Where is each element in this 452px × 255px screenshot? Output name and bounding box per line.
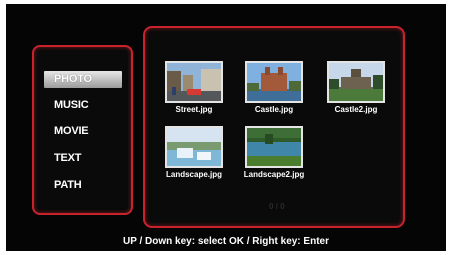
key-hint-bar: UP / Down key: select OK / Right key: En…: [123, 236, 329, 247]
page-indicator: 0 / 0: [269, 202, 285, 211]
menu-item-text[interactable]: TEXT: [44, 150, 122, 167]
menu-item-movie[interactable]: MOVIE: [44, 123, 122, 140]
file-item-castle2[interactable]: Castle2.jpg: [319, 61, 391, 121]
file-name-label: Castle2.jpg: [334, 105, 378, 114]
menu-item-path[interactable]: PATH: [44, 177, 122, 194]
media-player-screen: PHOTO MUSIC MOVIE TEXT PATH Street.jpg C…: [6, 4, 446, 251]
file-name-label: Landscape2.jpg: [243, 170, 305, 179]
file-item-landscape2[interactable]: Landscape2.jpg: [237, 126, 309, 186]
media-type-menu: PHOTO MUSIC MOVIE TEXT PATH: [32, 45, 133, 215]
castle-photo-thumbnail: [245, 61, 303, 103]
menu-item-photo[interactable]: PHOTO: [44, 71, 122, 88]
file-item-castle[interactable]: Castle.jpg: [237, 61, 309, 121]
landscape2-photo-thumbnail: [245, 126, 303, 168]
menu-item-music[interactable]: MUSIC: [44, 97, 122, 114]
file-name-label: Castle.jpg: [254, 105, 294, 114]
file-browser-panel: Street.jpg Castle.jpg Castle2.jpg Landsc…: [143, 26, 405, 228]
file-item-street[interactable]: Street.jpg: [157, 61, 229, 121]
street-photo-thumbnail: [165, 61, 223, 103]
castle2-photo-thumbnail: [327, 61, 385, 103]
landscape-photo-thumbnail: [165, 126, 223, 168]
file-item-landscape[interactable]: Landscape.jpg: [157, 126, 229, 186]
